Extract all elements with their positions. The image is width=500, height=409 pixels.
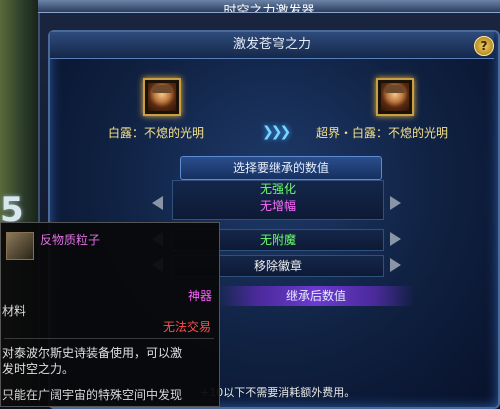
window-title: 时空之力激发器 [223,4,315,13]
window-title-bar[interactable]: 时空之力激发器 [38,0,500,13]
option-amplify-label: 无增幅 [259,199,296,213]
tooltip-flavor: 只能在广阔宇宙的特殊空间中发现 [2,388,183,402]
tooltip-desc-line1: 对泰波尔斯史诗装备使用，可以激 [2,346,183,360]
inherit-option-enhance[interactable]: 无强化 无增幅 [172,180,384,220]
tooltip-divider [4,338,214,339]
inherited-value-label: 继承后数值 [218,286,414,306]
option-1-prev-arrow-icon[interactable] [152,196,163,210]
tooltip-trade: 无法交易 [163,320,212,334]
transfer-arrows-icon: ❯❯❯ [262,124,291,140]
target-item-slot[interactable] [376,78,414,116]
cost-note: +10以下不需要消耗额外费用。 [200,386,356,399]
panel-title: 激发苍穹之力 [50,32,494,59]
tooltip-desc-line2: 发时空之力。 [2,362,75,376]
option-3-next-arrow-icon[interactable] [390,258,401,272]
inherit-header: 选择要继承的数值 [180,156,382,180]
tooltip-type: 材料 [2,304,27,318]
source-item-slot[interactable] [143,78,181,116]
source-item-name: 白露：不熄的光明 [108,126,205,140]
source-item-icon [148,83,176,111]
option-1-next-arrow-icon[interactable] [390,196,401,210]
tooltip-grade: 神器 [188,289,213,303]
material-icon [6,232,34,260]
option-enhance-label: 无强化 [259,182,296,196]
option-2-next-arrow-icon[interactable] [390,232,401,246]
help-icon[interactable]: ? [474,36,494,56]
target-item-name: 超界・白露：不熄的光明 [316,126,449,140]
target-item-icon [381,83,409,111]
tooltip-item-name: 反物质粒子 [40,233,101,247]
